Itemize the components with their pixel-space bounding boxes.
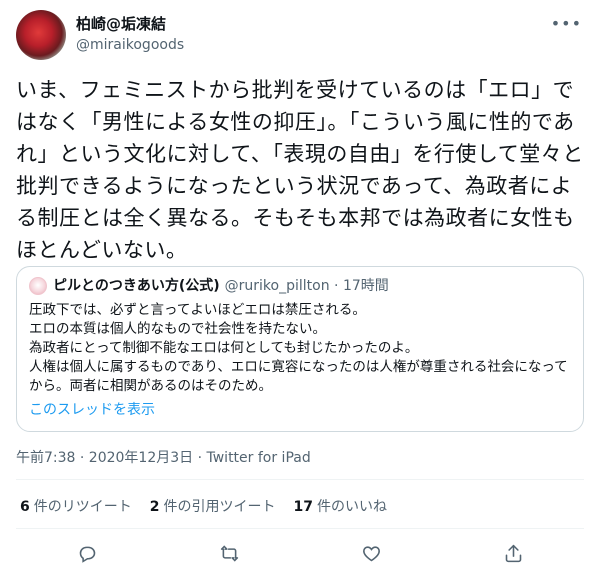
share-icon: [505, 544, 521, 562]
quote-author-meta: @ruriko_pillton · 17時間: [224, 278, 389, 294]
like-button[interactable]: [356, 538, 386, 568]
quotes-count: 2: [149, 499, 160, 515]
quote-avatar: [29, 277, 47, 295]
show-thread-link[interactable]: このスレッドを表示: [29, 400, 571, 420]
likes-stat[interactable]: 17 件のいいね: [294, 496, 387, 516]
avatar[interactable]: [16, 10, 66, 60]
quotes-stat[interactable]: 2 件の引用ツイート: [150, 496, 276, 516]
more-options-icon[interactable]: •••: [551, 14, 582, 33]
reply-icon: [79, 546, 95, 563]
like-icon: [362, 545, 380, 561]
share-button[interactable]: [498, 538, 528, 568]
quotes-label: 件の引用ツイート: [163, 499, 276, 515]
quote-tweet[interactable]: ピルとのつきあい方(公式) @ruriko_pillton · 17時間 圧政下…: [16, 266, 584, 432]
quote-author-name: ピルとのつきあい方(公式): [53, 278, 220, 294]
retweets-stat[interactable]: 6 件のリツイート: [20, 496, 132, 516]
author-handle[interactable]: @miraikogoods: [76, 35, 184, 55]
tweet-timestamp[interactable]: 午前7:38 · 2020年12月3日 · Twitter for iPad: [16, 447, 311, 467]
retweets-count: 6: [20, 499, 30, 515]
author-info: 柏崎@垢凍結 @miraikogoods: [76, 15, 184, 55]
tweet-actions: [16, 538, 584, 568]
likes-label: 件のいいね: [316, 499, 387, 515]
retweet-button[interactable]: [214, 538, 244, 568]
divider-top: [16, 479, 584, 480]
retweets-label: 件のリツイート: [33, 499, 132, 515]
likes-count: 17: [293, 499, 313, 515]
quote-header: ピルとのつきあい方(公式) @ruriko_pillton · 17時間: [29, 277, 571, 295]
tweet-header: 柏崎@垢凍結 @miraikogoods •••: [16, 10, 584, 62]
divider-bottom: [16, 528, 584, 529]
quote-text: 圧政下では、必ずと言ってよいほどエロは禁圧される。 エロの本質は個人的なもので社…: [29, 302, 568, 394]
reply-button[interactable]: [72, 538, 102, 568]
author-display-name[interactable]: 柏崎@垢凍結: [76, 15, 184, 34]
engagement-stats: 6 件のリツイート 2 件の引用ツイート 17 件のいいね: [20, 496, 387, 516]
retweet-icon: [220, 545, 238, 561]
tweet-text: いま、フェミニストから批判を受けているのは「エロ」ではなく「男性による女性の抑圧…: [16, 78, 584, 262]
